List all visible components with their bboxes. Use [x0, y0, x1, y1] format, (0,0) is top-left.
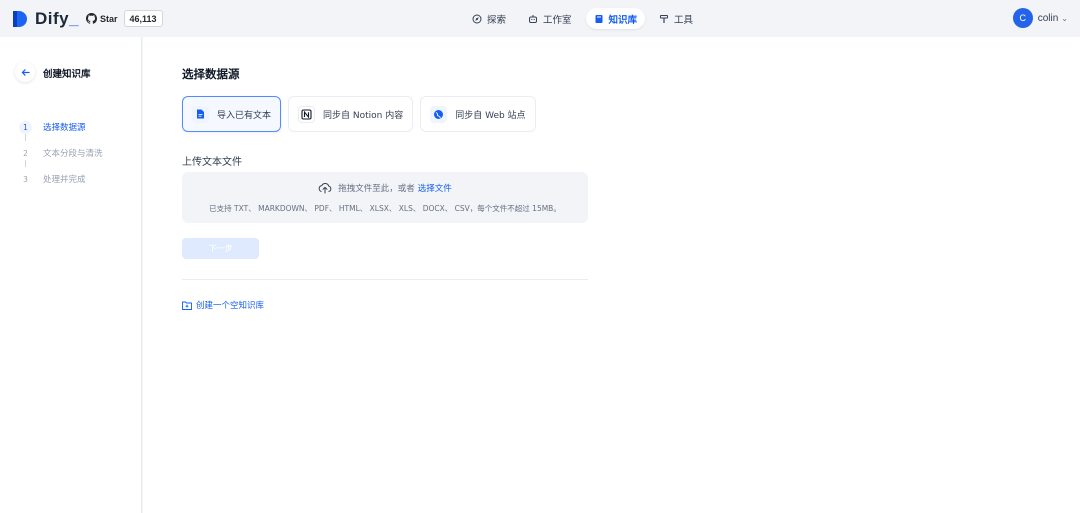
github-icon	[86, 13, 97, 24]
back-button[interactable]	[15, 62, 35, 82]
supported-formats-text: 已支持 TXT、 MARKDOWN、 PDF、 HTML、 XLSX、 XLS、…	[209, 204, 561, 213]
create-empty-label: 创建一个空知识库	[196, 301, 265, 311]
create-empty-knowledge-link[interactable]: 创建一个空知识库	[182, 299, 264, 311]
github-star-button[interactable]: Star	[86, 13, 118, 24]
user-menu[interactable]: C colin ⌄	[1012, 8, 1068, 28]
compass-icon	[472, 14, 482, 23]
step-number: 2	[23, 148, 28, 158]
step-label: 文本分段与清洗	[43, 149, 103, 159]
nav-explore-label: 探索	[487, 14, 507, 26]
select-file-link[interactable]: 选择文件	[418, 182, 452, 194]
data-source-options: 导入已有文本 同步自 Notion 内容 同步自 Web 站点	[182, 96, 543, 132]
book-icon	[595, 14, 603, 23]
dropzone-prompt: 拖拽文件至此，或者 选择文件	[182, 182, 588, 194]
logo-text: Dify_	[35, 9, 80, 28]
step-label: 处理并完成	[43, 175, 86, 185]
main-nav: 探索 工作室 知识库 工具	[464, 8, 707, 29]
nav-studio[interactable]: 工作室	[520, 8, 580, 29]
source-label: 同步自 Web 站点	[455, 110, 526, 121]
github-star-count[interactable]: 46,113	[123, 10, 163, 27]
top-header: Dify_ Star 46,113 探索 工作室 知识库 工具 C colin …	[0, 0, 1080, 37]
step-select-source: 1 选择数据源	[19, 114, 103, 140]
github-star-label: Star	[100, 13, 118, 24]
notion-icon	[298, 105, 316, 123]
sidebar-title: 创建知识库	[43, 69, 91, 80]
github-star-widget: Star 46,113	[86, 10, 163, 27]
step-label: 选择数据源	[43, 123, 86, 133]
step-connector	[25, 160, 26, 167]
nav-knowledge-label: 知识库	[608, 14, 638, 26]
step-list: 1 选择数据源 2 文本分段与清洗 3 处理并完成	[19, 114, 103, 192]
source-label: 同步自 Notion 内容	[323, 110, 404, 121]
avatar: C	[1012, 8, 1033, 28]
user-name: colin	[1037, 12, 1059, 24]
step-segment-clean: 2 文本分段与清洗	[19, 140, 103, 166]
dify-logo-mark	[13, 11, 27, 27]
next-step-button[interactable]: 下一步	[182, 238, 259, 259]
nav-tools-label: 工具	[674, 14, 694, 26]
upload-section-label: 上传文本文件	[182, 157, 242, 168]
source-label: 导入已有文本	[217, 110, 272, 121]
arrow-left-icon	[21, 68, 30, 76]
step-connector	[25, 134, 26, 141]
source-import-text[interactable]: 导入已有文本	[182, 96, 282, 132]
divider	[182, 279, 588, 280]
globe-icon	[430, 105, 448, 123]
sidebar: 创建知识库 1 选择数据源 2 文本分段与清洗 3 处理并完成	[0, 37, 142, 513]
nav-tools[interactable]: 工具	[651, 8, 701, 29]
nav-knowledge[interactable]: 知识库	[585, 8, 646, 29]
source-notion[interactable]: 同步自 Notion 内容	[288, 96, 414, 132]
source-web[interactable]: 同步自 Web 站点	[420, 96, 536, 132]
robot-icon	[529, 14, 538, 23]
step-number: 3	[23, 174, 28, 184]
hammer-icon	[660, 14, 669, 23]
folder-plus-icon	[182, 301, 192, 310]
upload-cloud-icon	[318, 183, 332, 194]
file-dropzone[interactable]: 拖拽文件至此，或者 选择文件 已支持 TXT、 MARKDOWN、 PDF、 H…	[182, 172, 588, 223]
dify-logo[interactable]: Dify_	[11, 9, 79, 29]
chevron-down-icon: ⌄	[1061, 13, 1068, 23]
nav-studio-label: 工作室	[543, 14, 572, 26]
nav-explore[interactable]: 探索	[464, 8, 514, 29]
file-icon	[192, 105, 209, 123]
page-title: 选择数据源	[182, 67, 240, 81]
dropzone-drag-text: 拖拽文件至此，或者	[338, 184, 415, 194]
step-number: 1	[19, 120, 32, 134]
step-process-finish: 3 处理并完成	[19, 166, 103, 192]
main-content: 选择数据源 导入已有文本 同步自 Notion 内容 同步自 Web 站点 上传…	[143, 37, 1080, 513]
